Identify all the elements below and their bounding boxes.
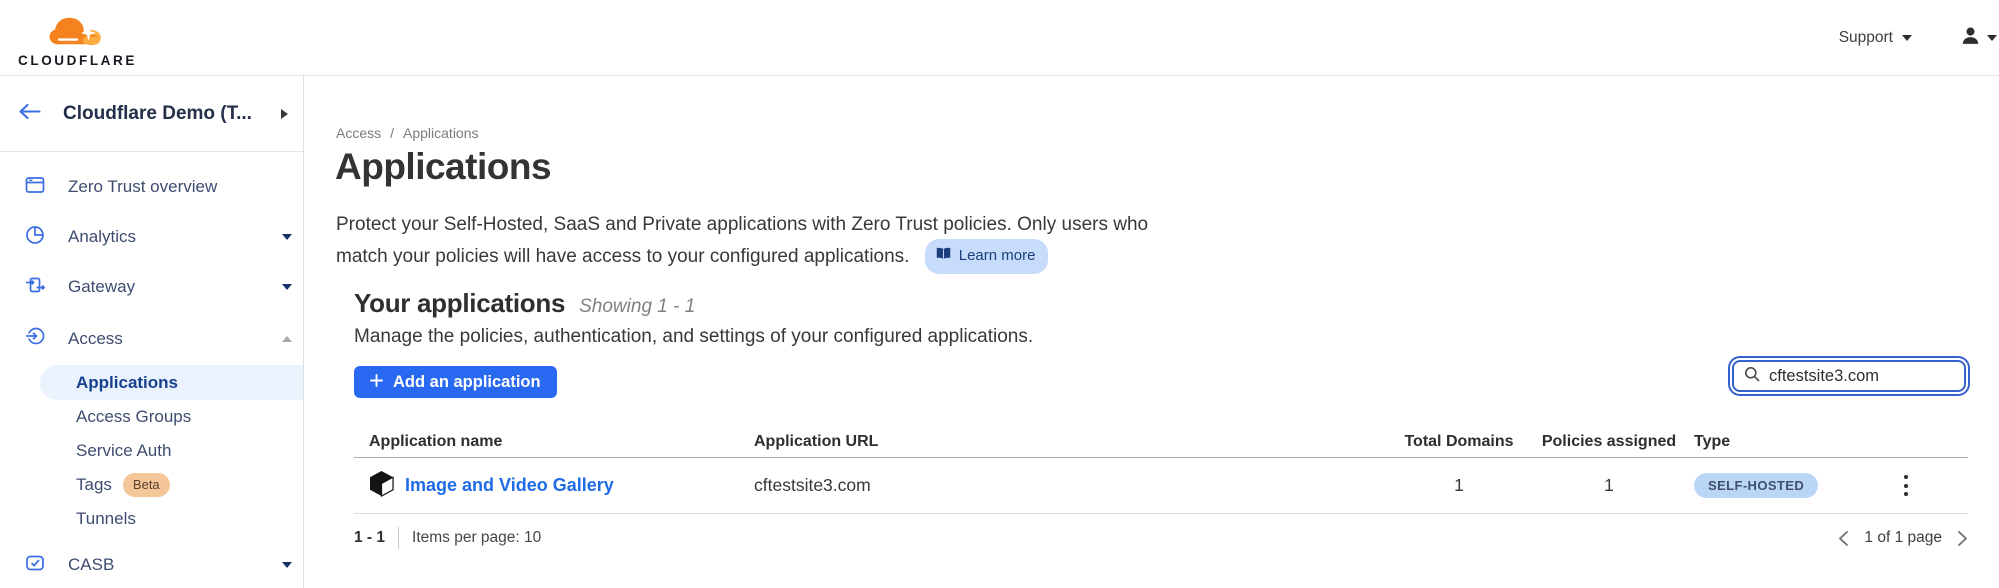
- add-application-button[interactable]: Add an application: [354, 366, 557, 398]
- breadcrumb: Access / Applications: [336, 125, 479, 141]
- applications-table: Application name Application URL Total D…: [354, 426, 1968, 514]
- sidebar-item-label: Gateway: [68, 277, 135, 297]
- table-header-row: Application name Application URL Total D…: [354, 426, 1968, 458]
- sidebar-item-casb[interactable]: CASB: [0, 540, 303, 588]
- sidebar-item-label: Zero Trust overview: [68, 177, 217, 197]
- cloudflare-dashboard: CLOUDFLARE Support Cloudflare Demo (T...: [0, 0, 1999, 588]
- column-header-application-url: Application URL: [754, 433, 1384, 451]
- breadcrumb-access[interactable]: Access: [336, 125, 381, 141]
- sidebar-item-label: Tags: [76, 475, 112, 495]
- sidebar-item-tunnels[interactable]: Tunnels: [0, 502, 303, 536]
- column-header-total-domains: Total Domains: [1384, 433, 1534, 451]
- row-actions-kebab-menu[interactable]: [1900, 469, 1912, 502]
- your-applications-header: Your applications Showing 1 - 1: [354, 288, 695, 319]
- user-icon: [1960, 25, 1981, 51]
- search-icon: [1744, 366, 1760, 387]
- table-row: Image and Video Gallery cftestsite3.com …: [354, 458, 1968, 514]
- learn-more-button[interactable]: Learn more: [925, 239, 1049, 274]
- sidebar-item-label: Service Auth: [76, 441, 171, 461]
- items-range: 1 - 1: [354, 529, 385, 547]
- support-label: Support: [1839, 29, 1893, 47]
- sidebar: Cloudflare Demo (T... Zero Trust overvie…: [0, 76, 304, 588]
- table-footer: 1 - 1 Items per page: 10 1 of 1 page: [354, 514, 1968, 562]
- sidebar-item-analytics[interactable]: Analytics: [0, 212, 303, 262]
- page-title: Applications: [335, 146, 551, 188]
- learn-more-label: Learn more: [959, 242, 1036, 270]
- cloudflare-cloud-icon: [45, 12, 111, 55]
- application-cube-icon: [369, 470, 394, 502]
- section-title: Your applications: [354, 288, 565, 319]
- chevron-right-icon[interactable]: [281, 109, 288, 119]
- overview-window-icon: [25, 175, 45, 200]
- gateway-icon: [25, 275, 45, 300]
- sidebar-item-zero-trust-overview[interactable]: Zero Trust overview: [0, 162, 303, 212]
- sidebar-item-gateway[interactable]: Gateway: [0, 262, 303, 312]
- cloudflare-logo[interactable]: CLOUDFLARE: [18, 8, 137, 68]
- account-name: Cloudflare Demo (T...: [63, 103, 281, 125]
- analytics-pie-icon: [25, 225, 45, 250]
- page-description-line1: Protect your Self-Hosted, SaaS and Priva…: [336, 211, 1148, 239]
- access-login-icon: [25, 326, 45, 351]
- breadcrumb-current: Applications: [403, 125, 479, 141]
- support-menu[interactable]: Support: [1839, 29, 1912, 47]
- items-per-page[interactable]: Items per page: 10: [412, 529, 541, 547]
- sidebar-item-label: Access: [68, 329, 123, 349]
- showing-count: Showing 1 - 1: [579, 296, 695, 318]
- page-description-line2: match your policies will have access to …: [336, 246, 909, 267]
- column-header-type: Type: [1684, 433, 1844, 451]
- footer-divider: [398, 527, 399, 549]
- chevron-down-icon: [282, 284, 292, 290]
- casb-check-icon: [25, 553, 45, 578]
- plus-icon: [370, 373, 383, 392]
- main-content: Access / Applications Applications Prote…: [305, 76, 1999, 588]
- account-switcher[interactable]: Cloudflare Demo (T...: [0, 76, 303, 152]
- sidebar-item-label: Analytics: [68, 227, 136, 247]
- sidebar-item-service-auth[interactable]: Service Auth: [0, 434, 303, 468]
- chevron-down-icon: [282, 562, 292, 568]
- application-name-link[interactable]: Image and Video Gallery: [405, 475, 614, 496]
- page-indicator: 1 of 1 page: [1864, 529, 1942, 547]
- sidebar-item-tags[interactable]: Tags Beta: [0, 468, 303, 502]
- back-arrow-icon[interactable]: [18, 103, 41, 125]
- chevron-down-icon: [1902, 35, 1912, 41]
- column-header-application-name: Application name: [354, 433, 754, 451]
- sidebar-item-label: Tunnels: [76, 509, 136, 529]
- brand-wordmark: CLOUDFLARE: [18, 53, 137, 68]
- access-subnav: Applications Access Groups Service Auth …: [0, 365, 303, 536]
- sidebar-item-label: Applications: [76, 373, 178, 393]
- breadcrumb-separator: /: [390, 125, 394, 141]
- chevron-down-icon: [282, 234, 292, 240]
- sidebar-item-applications[interactable]: Applications: [40, 365, 303, 400]
- book-icon: [936, 242, 951, 270]
- application-url-cell: cftestsite3.com: [754, 475, 1384, 496]
- beta-badge: Beta: [123, 473, 170, 497]
- sidebar-item-access-groups[interactable]: Access Groups: [0, 400, 303, 434]
- chevron-down-icon: [1987, 35, 1997, 41]
- sidebar-item-label: CASB: [68, 555, 114, 575]
- section-description: Manage the policies, authentication, and…: [354, 326, 1033, 348]
- policies-assigned-cell: 1: [1534, 475, 1684, 496]
- page-description: Protect your Self-Hosted, SaaS and Priva…: [336, 211, 1148, 274]
- user-account-menu[interactable]: [1960, 25, 1997, 51]
- top-right-controls: Support: [1839, 25, 1997, 51]
- sidebar-item-access[interactable]: Access: [0, 312, 303, 365]
- top-bar: CLOUDFLARE Support: [0, 0, 1999, 76]
- sidebar-item-label: Access Groups: [76, 407, 191, 427]
- previous-page-button[interactable]: [1838, 530, 1849, 547]
- search-input[interactable]: [1769, 367, 1956, 386]
- application-search-box[interactable]: [1732, 360, 1966, 392]
- next-page-button[interactable]: [1957, 530, 1968, 547]
- type-badge: SELF-HOSTED: [1694, 473, 1818, 498]
- sidebar-nav: Zero Trust overview Analytics Gateway: [0, 152, 303, 588]
- add-application-label: Add an application: [393, 373, 541, 392]
- total-domains-cell: 1: [1384, 475, 1534, 496]
- column-header-policies-assigned: Policies assigned: [1534, 433, 1684, 451]
- chevron-up-icon: [282, 336, 292, 342]
